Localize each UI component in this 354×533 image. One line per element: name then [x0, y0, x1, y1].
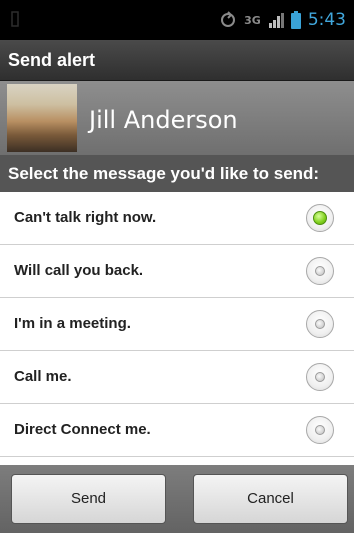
radio-dot — [315, 425, 325, 435]
option-label: Direct Connect me. — [14, 421, 151, 438]
radio-dot — [315, 319, 325, 329]
message-option-list: Can't talk right now. Will call you back… — [0, 192, 354, 457]
option-row-call-back[interactable]: Will call you back. — [0, 245, 354, 298]
contact-photo — [7, 84, 77, 152]
radio-dot — [315, 266, 325, 276]
option-label: I'm in a meeting. — [14, 315, 131, 332]
cancel-button[interactable]: Cancel — [193, 474, 348, 524]
page-title: Send alert — [0, 40, 354, 81]
option-row-meeting[interactable]: I'm in a meeting. — [0, 298, 354, 351]
radio-button[interactable] — [306, 363, 334, 391]
radio-button[interactable] — [306, 310, 334, 338]
option-row-cant-talk[interactable]: Can't talk right now. — [0, 192, 354, 245]
status-bar: 3G 5:43 — [0, 0, 354, 40]
contact-name: Jill Anderson — [89, 106, 238, 134]
radio-dot — [313, 211, 327, 225]
radio-dot — [315, 372, 325, 382]
option-label: Can't talk right now. — [14, 209, 157, 226]
option-row-direct-connect[interactable]: Direct Connect me. — [0, 404, 354, 457]
radio-button[interactable] — [306, 416, 334, 444]
message-prompt: Select the message you'd like to send: — [0, 155, 354, 192]
status-icons: 3G 5:43 — [219, 9, 346, 31]
3g-icon: 3G — [244, 13, 261, 27]
option-label: Call me. — [14, 368, 72, 385]
option-row-call-me[interactable]: Call me. — [0, 351, 354, 404]
signal-icon — [268, 13, 284, 28]
option-label: Will call you back. — [14, 262, 144, 279]
status-time: 5:43 — [307, 10, 346, 30]
send-button[interactable]: Send — [11, 474, 166, 524]
notification-icon — [11, 11, 19, 27]
button-bar: Send Cancel — [0, 465, 354, 533]
radio-button-selected[interactable] — [306, 204, 334, 232]
sync-icon — [221, 11, 236, 27]
contact-header: Jill Anderson — [0, 81, 354, 155]
battery-icon — [290, 11, 301, 29]
radio-button[interactable] — [306, 257, 334, 285]
